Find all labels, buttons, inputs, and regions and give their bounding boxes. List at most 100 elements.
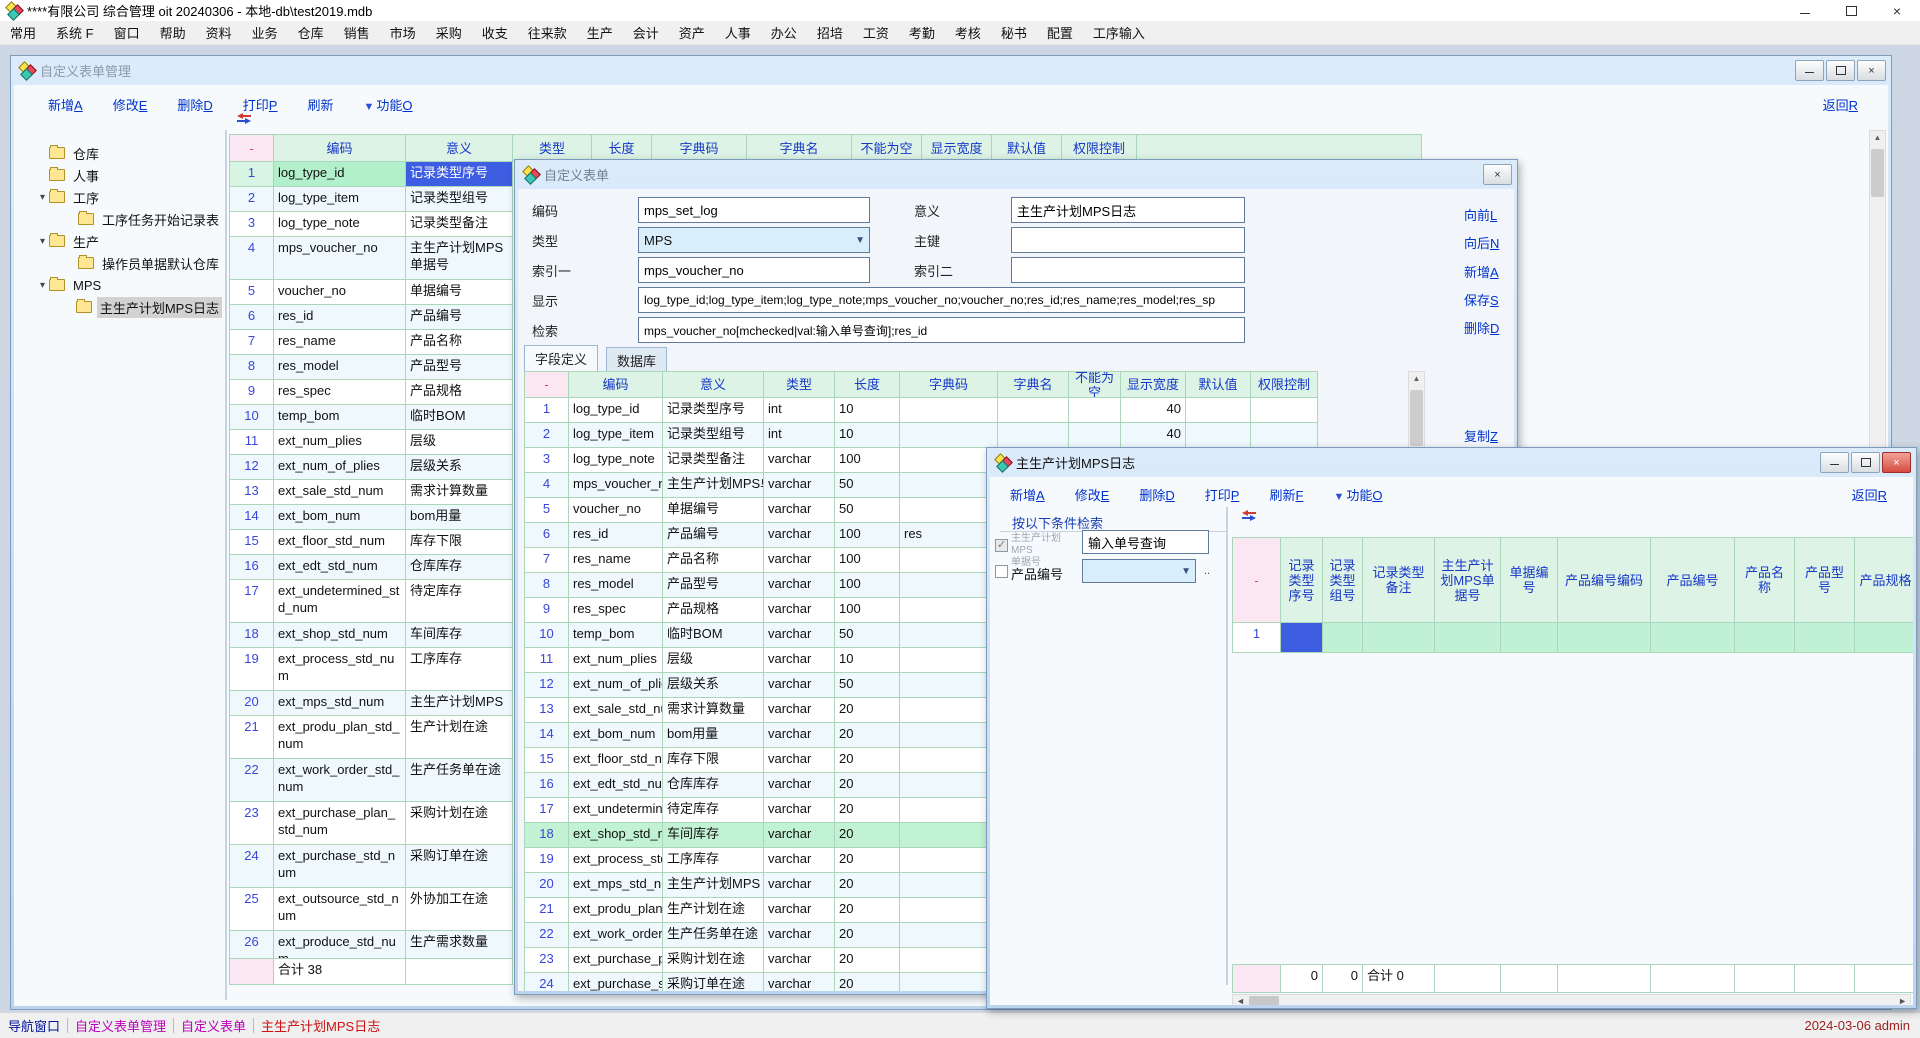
- tab-field-definition[interactable]: 字段定义: [524, 345, 598, 371]
- dict-code-cell[interactable]: res: [900, 523, 998, 548]
- meaning-cell[interactable]: 临时BOM: [663, 623, 764, 648]
- code-cell[interactable]: log_type_note: [274, 212, 406, 237]
- column-header[interactable]: 显示宽度: [922, 135, 992, 162]
- empty-cell[interactable]: [1558, 623, 1651, 653]
- expander-icon[interactable]: ▾: [36, 192, 49, 203]
- menu-item[interactable]: 考勤: [899, 23, 945, 42]
- column-header[interactable]: 字典名: [998, 372, 1069, 398]
- tree-item[interactable]: 仓库: [24, 142, 222, 164]
- meaning-cell[interactable]: 主生产计划MPS单据号: [406, 237, 513, 280]
- edit-button[interactable]: 修改E: [1075, 485, 1110, 504]
- code-cell[interactable]: res_id: [274, 305, 406, 330]
- permission-cell[interactable]: [1251, 398, 1318, 423]
- grid-row[interactable]: 2 log_type_item 记录类型组号 int 10 40: [525, 423, 1318, 448]
- length-cell[interactable]: 20: [835, 773, 900, 798]
- meaning-cell[interactable]: bom用量: [406, 505, 513, 530]
- code-cell[interactable]: ext_floor_std_num: [569, 748, 663, 773]
- dict-code-cell[interactable]: [900, 873, 998, 898]
- meaning-cell[interactable]: 产品编号: [663, 523, 764, 548]
- code-cell[interactable]: res_name: [274, 330, 406, 355]
- scrollbar-thumb[interactable]: [1871, 149, 1884, 197]
- menu-item[interactable]: 往来款: [518, 23, 577, 42]
- meaning-cell[interactable]: 采购订单在途: [663, 973, 764, 991]
- status-nav-window[interactable]: 导航窗口: [8, 1016, 60, 1035]
- dict-code-cell[interactable]: [900, 798, 998, 823]
- type-select[interactable]: MPS▼: [638, 227, 870, 253]
- code-cell[interactable]: ext_outsource_std_num: [274, 888, 406, 931]
- maximize-button[interactable]: [1828, 0, 1874, 21]
- type-cell[interactable]: varchar: [764, 923, 835, 948]
- tree-item[interactable]: ▾ 生产: [24, 230, 222, 252]
- type-cell[interactable]: int: [764, 398, 835, 423]
- meaning-cell[interactable]: 产品规格: [663, 598, 764, 623]
- code-cell[interactable]: ext_purchase_plan_std_num: [274, 802, 406, 845]
- print-button[interactable]: 打印P: [1205, 485, 1240, 504]
- dialog-titlebar[interactable]: 自定义表单 ×: [515, 160, 1517, 188]
- code-cell[interactable]: ext_num_plies: [274, 430, 406, 455]
- dict-code-cell[interactable]: [900, 773, 998, 798]
- scrollbar-thumb[interactable]: [1249, 996, 1279, 1005]
- type-cell[interactable]: varchar: [764, 798, 835, 823]
- tree-item[interactable]: 操作员单据默认仓库: [24, 252, 222, 274]
- menu-item[interactable]: 资料: [196, 23, 242, 42]
- empty-cell[interactable]: [1501, 623, 1558, 653]
- column-header[interactable]: 记录类型备注: [1363, 538, 1435, 623]
- length-cell[interactable]: 100: [835, 448, 900, 473]
- tree-item[interactable]: ▾ 工序: [24, 186, 222, 208]
- column-header[interactable]: 记录类型序号: [1281, 538, 1323, 623]
- length-cell[interactable]: 20: [835, 748, 900, 773]
- swap-columns-icon[interactable]: [1240, 509, 1258, 522]
- index2-field[interactable]: [1011, 257, 1245, 283]
- status-custom-form[interactable]: 自定义表单: [181, 1016, 246, 1035]
- code-cell[interactable]: mps_voucher_no: [569, 473, 663, 498]
- close-button[interactable]: ×: [1874, 0, 1920, 21]
- column-header[interactable]: 显示宽度: [1121, 372, 1186, 398]
- type-cell[interactable]: varchar: [764, 898, 835, 923]
- code-cell[interactable]: ext_num_of_plies: [274, 455, 406, 480]
- code-cell[interactable]: ext_purchase_std_num: [274, 845, 406, 888]
- next-button[interactable]: 向后N: [1464, 233, 1499, 252]
- scroll-right-icon[interactable]: ►: [1898, 996, 1907, 1005]
- length-cell[interactable]: 20: [835, 698, 900, 723]
- length-cell[interactable]: 10: [835, 648, 900, 673]
- type-cell[interactable]: varchar: [764, 598, 835, 623]
- code-cell[interactable]: ext_process_std_num: [569, 848, 663, 873]
- dict-code-cell[interactable]: [900, 723, 998, 748]
- column-header[interactable]: 默认值: [992, 135, 1062, 162]
- code-cell[interactable]: ext_shop_std_num: [569, 823, 663, 848]
- code-cell[interactable]: ext_num_plies: [569, 648, 663, 673]
- add-button[interactable]: 新增A: [1010, 485, 1045, 504]
- display-field[interactable]: [638, 287, 1245, 313]
- grid-row[interactable]: 1 log_type_id 记录类型序号 int 10 40: [525, 398, 1318, 423]
- dict-code-cell[interactable]: [900, 948, 998, 973]
- type-cell[interactable]: varchar: [764, 673, 835, 698]
- code-cell[interactable]: ext_purchase_plan_std_num: [569, 948, 663, 973]
- delete-button[interactable]: 删除D: [1139, 485, 1174, 504]
- meaning-cell[interactable]: 临时BOM: [406, 405, 513, 430]
- scroll-left-icon[interactable]: ◄: [1236, 996, 1245, 1005]
- meaning-cell[interactable]: 生产任务单在途: [663, 923, 764, 948]
- length-cell[interactable]: 50: [835, 673, 900, 698]
- product-code-checkbox[interactable]: [995, 565, 1008, 578]
- index1-field[interactable]: [638, 257, 870, 283]
- scrollbar-thumb[interactable]: [1410, 390, 1423, 446]
- column-header[interactable]: -: [525, 372, 569, 398]
- length-cell[interactable]: 10: [835, 423, 900, 448]
- meaning-cell[interactable]: 记录类型组号: [406, 187, 513, 212]
- function-button[interactable]: ▼功能O: [363, 95, 412, 114]
- delete-button[interactable]: 删除D: [177, 95, 212, 114]
- length-cell[interactable]: 50: [835, 473, 900, 498]
- meaning-cell[interactable]: 产品名称: [663, 548, 764, 573]
- dict-code-cell[interactable]: [900, 498, 998, 523]
- length-cell[interactable]: 20: [835, 848, 900, 873]
- code-cell[interactable]: ext_produce_std_num: [274, 931, 406, 959]
- menu-item[interactable]: 秘书: [991, 23, 1037, 42]
- column-header[interactable]: 产品规格: [1855, 538, 1913, 623]
- menu-item[interactable]: 会计: [623, 23, 669, 42]
- code-cell[interactable]: ext_purchase_std_num: [569, 973, 663, 991]
- code-cell[interactable]: ext_num_of_plies: [569, 673, 663, 698]
- refresh-button[interactable]: 刷新: [307, 95, 333, 114]
- column-header[interactable]: 不能为空: [852, 135, 922, 162]
- type-cell[interactable]: varchar: [764, 648, 835, 673]
- meaning-cell[interactable]: 单据编号: [406, 280, 513, 305]
